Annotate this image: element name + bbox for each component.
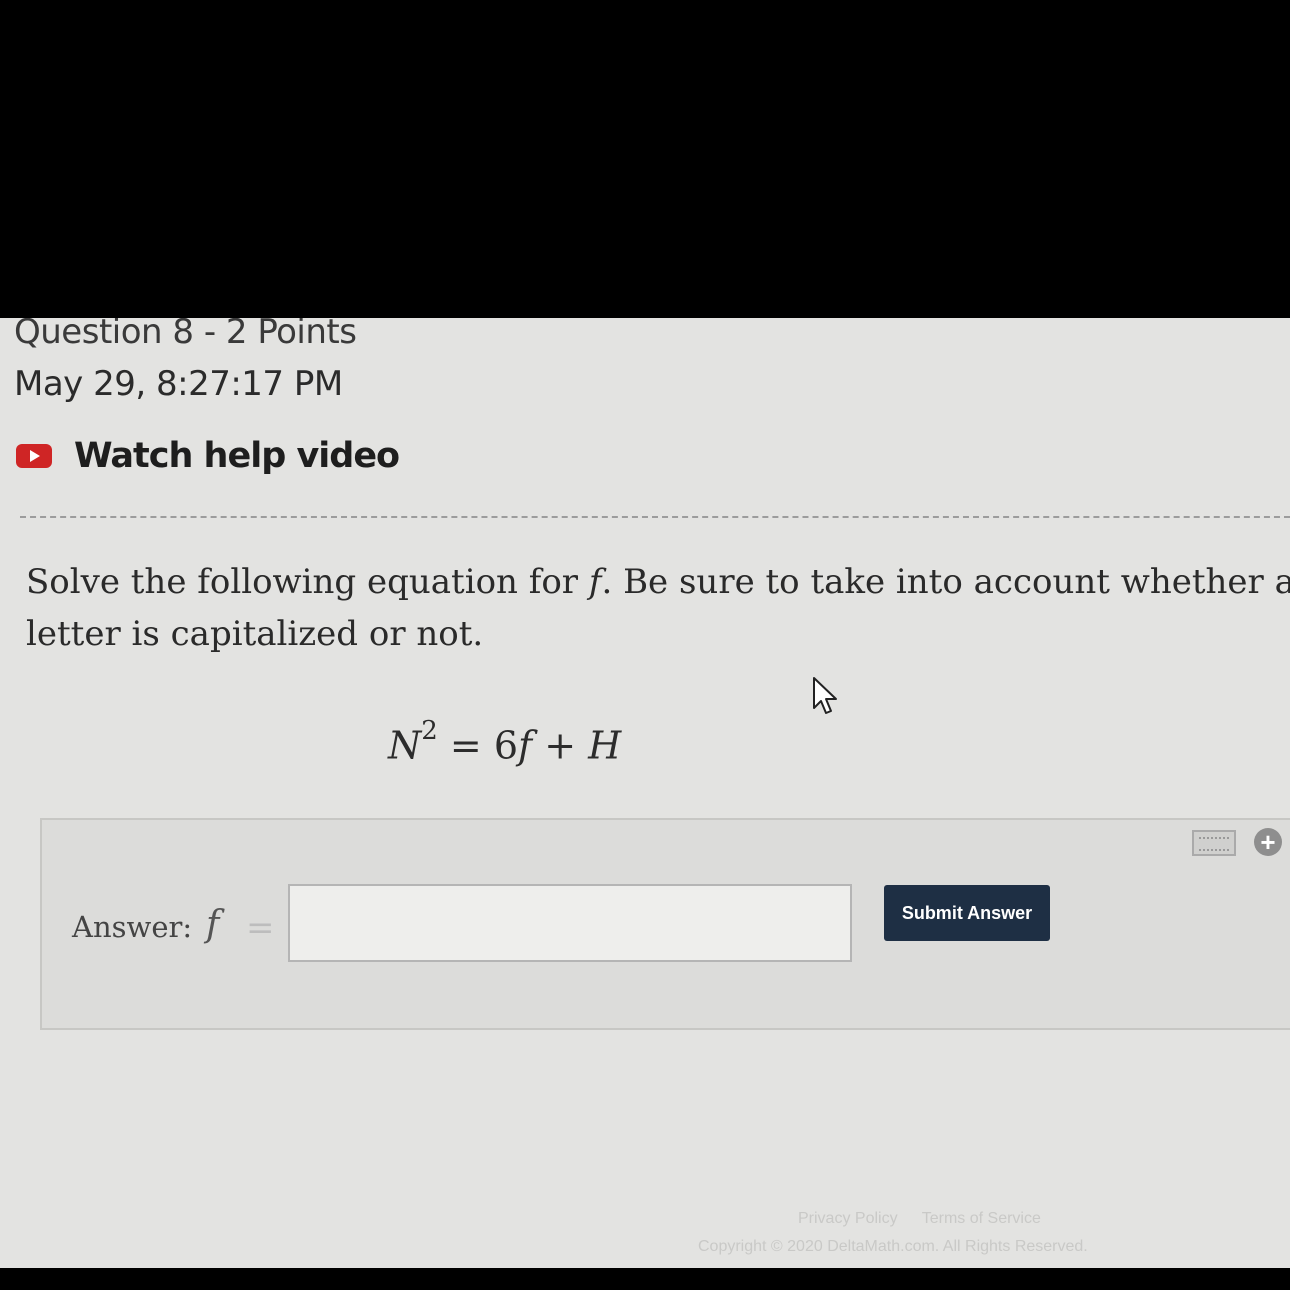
answer-variable: f [206,904,220,945]
answer-equals: = [246,908,275,948]
question-text: Solve the following equation for f. Be s… [26,556,1290,660]
equation-plus: + [544,723,577,768]
screen-bezel [0,1268,1290,1290]
dashed-divider [20,516,1290,518]
mouse-pointer-icon [813,677,837,714]
timestamp: May 29, 8:27:17 PM [14,364,343,404]
footer-links: Privacy Policy Terms of Service [798,1210,1061,1228]
equation-variable: f [518,723,533,768]
equation-equals: = [449,723,482,768]
help-link-label: Watch help video [74,436,400,476]
privacy-policy-link[interactable]: Privacy Policy [798,1210,898,1227]
question-variable: f [588,562,602,602]
equation-lhs-base: N [388,723,422,768]
terms-of-service-link[interactable]: Terms of Service [922,1210,1041,1227]
plus-circle-icon[interactable]: + [1254,828,1282,856]
answer-input[interactable] [288,884,852,962]
youtube-play-icon [16,444,52,468]
copyright: Copyright © 2020 DeltaMath.com. All Righ… [698,1238,1088,1255]
question-title: Question 8 - 2 Points [14,318,357,352]
equation: N2 = 6f + H [388,716,622,768]
equation-coefficient: 6 [493,723,519,768]
question-text-before: Solve the following equation for [26,562,589,602]
keyboard-icon[interactable] [1192,830,1236,856]
equation-lhs-exponent: 2 [421,716,438,746]
answer-label: Answer: [72,910,193,944]
equation-constant: H [588,723,622,768]
watch-help-video-link[interactable]: Watch help video [16,436,400,476]
submit-answer-button[interactable]: Submit Answer [884,885,1050,941]
page-screen: Question 8 - 2 Points May 29, 8:27:17 PM… [0,318,1290,1276]
